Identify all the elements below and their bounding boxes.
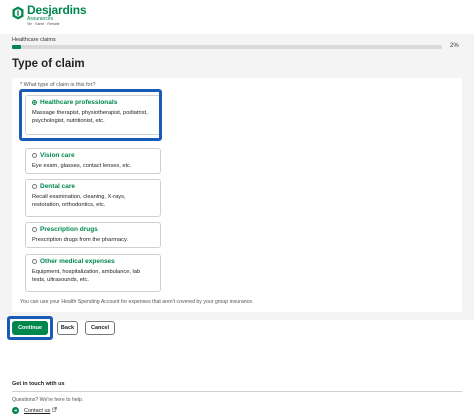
option-vision-care[interactable]: Vision care Eye exam, glasses, contact l… (25, 148, 161, 174)
page-title: Type of claim (12, 58, 85, 70)
option-prescription-drugs[interactable]: Prescription drugs Prescription drugs fr… (25, 222, 161, 248)
site-header: Desjardins Assurances Vie · Santé · Retr… (0, 0, 474, 34)
hsa-note: You can use your Health Spending Account… (20, 299, 254, 305)
chat-arrow-icon (12, 407, 19, 414)
option-dental-care[interactable]: Dental care Recall examination, cleaning… (25, 179, 161, 217)
cancel-button[interactable]: Cancel (85, 321, 115, 335)
footer-question: Questions? We're here to help. (12, 397, 84, 403)
continue-highlight-frame (7, 316, 53, 340)
contact-us-label[interactable]: Contact us (24, 408, 50, 414)
logo-tagline: Vie · Santé · Retraite (27, 22, 60, 26)
main-content: Healthcare claims 2% Type of claim * Wha… (0, 34, 474, 340)
radio-dental-care[interactable] (32, 184, 37, 189)
claim-type-panel: * What type of claim is this for? Health… (12, 78, 462, 312)
logo-brand-text: Desjardins (27, 3, 87, 17)
option-description: Prescription drugs from the pharmacy. (32, 237, 128, 243)
option-description: Recall examination, cleaning, X-rays, re… (32, 194, 126, 208)
footer-divider (12, 391, 462, 392)
desjardins-hexagon-icon (12, 6, 24, 20)
claim-type-question: * What type of claim is this for? (20, 82, 96, 88)
back-button[interactable]: Back (57, 321, 78, 335)
option-other-medical-expenses[interactable]: Other medical expenses Equipment, hospit… (25, 254, 161, 292)
footer-title: Get in touch with us (12, 381, 65, 387)
option-title: Vision care (40, 152, 75, 159)
external-link-icon (52, 407, 58, 414)
radio-prescription-drugs[interactable] (32, 227, 37, 232)
breadcrumb: Healthcare claims (12, 37, 56, 43)
desjardins-logo[interactable]: Desjardins Assurances Vie · Santé · Retr… (12, 3, 87, 27)
contact-us-link[interactable]: Contact us (12, 407, 58, 414)
progress-fill (12, 45, 21, 49)
option-title: Dental care (40, 183, 76, 190)
progress-percent: 2% (450, 43, 459, 49)
radio-other-medical-expenses[interactable] (32, 259, 37, 264)
option-title: Other medical expenses (40, 258, 115, 265)
option-description: Equipment, hospitalization, ambulance, l… (32, 269, 141, 283)
option-description: Eye exam, glasses, contact lenses, etc. (32, 163, 132, 169)
option-title: Prescription drugs (40, 226, 98, 233)
radio-vision-care[interactable] (32, 153, 37, 158)
selection-highlight-frame (19, 89, 162, 141)
progress-bar (12, 45, 442, 49)
